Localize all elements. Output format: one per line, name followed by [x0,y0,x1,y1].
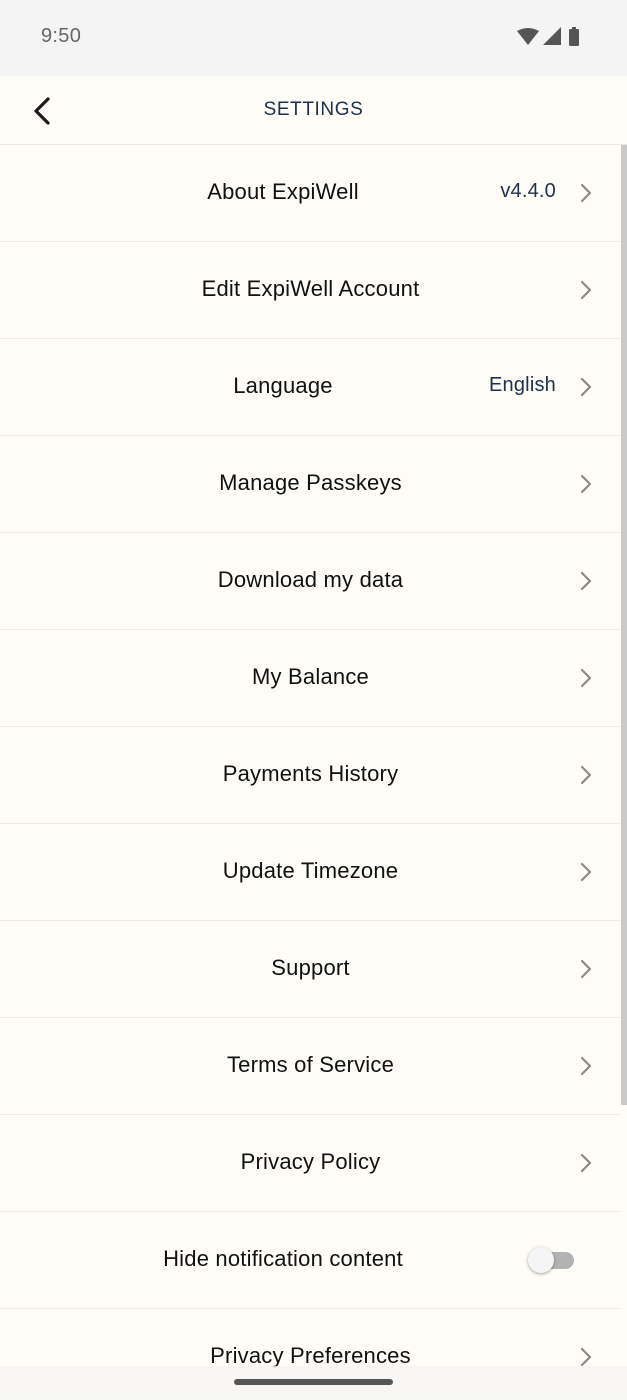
settings-item-about-expiwell[interactable]: About ExpiWell v4.4.0 [0,145,621,242]
chevron-right-icon [580,862,592,882]
battery-icon [569,29,579,46]
version-value: v4.4.0 [500,180,556,202]
home-indicator[interactable] [234,1379,393,1385]
settings-item-label: Language [233,373,333,398]
settings-item-label: Payments History [222,761,399,786]
status-icons [517,27,579,46]
settings-item-label: Hide notification content [163,1246,403,1271]
status-time: 9:50 [41,25,82,47]
settings-item-terms-of-service[interactable]: Terms of Service [0,1018,621,1115]
settings-item-label: Update Timezone [222,858,399,883]
settings-item-payments-history[interactable]: Payments History [0,727,621,824]
wifi-icon [517,28,539,45]
chevron-right-icon [580,959,592,979]
settings-item-label: Manage Passkeys [219,470,402,495]
settings-item-support[interactable]: Support [0,921,621,1018]
settings-item-label: My Balance [252,664,369,689]
status-bar: 9:50 [0,0,627,76]
cellular-signal-icon [543,27,561,45]
settings-list: About ExpiWell v4.4.0 Edit ExpiWell Acco… [0,145,627,1400]
chevron-right-icon [580,571,592,591]
scrollbar[interactable] [621,145,627,1105]
chevron-right-icon [580,668,592,688]
settings-item-hide-notification-content: Hide notification content [0,1212,621,1309]
chevron-right-icon [580,474,592,494]
settings-item-label: About ExpiWell [207,179,359,204]
settings-item-download-data[interactable]: Download my data [0,533,621,630]
settings-item-update-timezone[interactable]: Update Timezone [0,824,621,921]
toggle-thumb [528,1247,554,1273]
settings-item-edit-account[interactable]: Edit ExpiWell Account [0,242,621,339]
chevron-right-icon [580,1153,592,1173]
settings-item-privacy-policy[interactable]: Privacy Policy [0,1115,621,1212]
settings-item-label: Download my data [217,567,404,592]
page-title: SETTINGS [263,99,364,120]
chevron-right-icon [580,377,592,397]
settings-item-label: Terms of Service [226,1052,395,1077]
settings-item-my-balance[interactable]: My Balance [0,630,621,727]
chevron-right-icon [580,1056,592,1076]
settings-item-manage-passkeys[interactable]: Manage Passkeys [0,436,621,533]
settings-item-label: Support [271,955,350,980]
chevron-right-icon [580,183,592,203]
chevron-right-icon [580,1347,592,1367]
hide-notification-toggle[interactable] [528,1246,576,1274]
language-value: English [489,374,556,396]
app-header: SETTINGS [0,76,627,145]
chevron-right-icon [580,765,592,785]
chevron-right-icon [580,280,592,300]
settings-item-language[interactable]: Language English [0,339,621,436]
settings-item-label: Privacy Policy [240,1149,381,1174]
settings-item-label: Edit ExpiWell Account [201,276,420,301]
